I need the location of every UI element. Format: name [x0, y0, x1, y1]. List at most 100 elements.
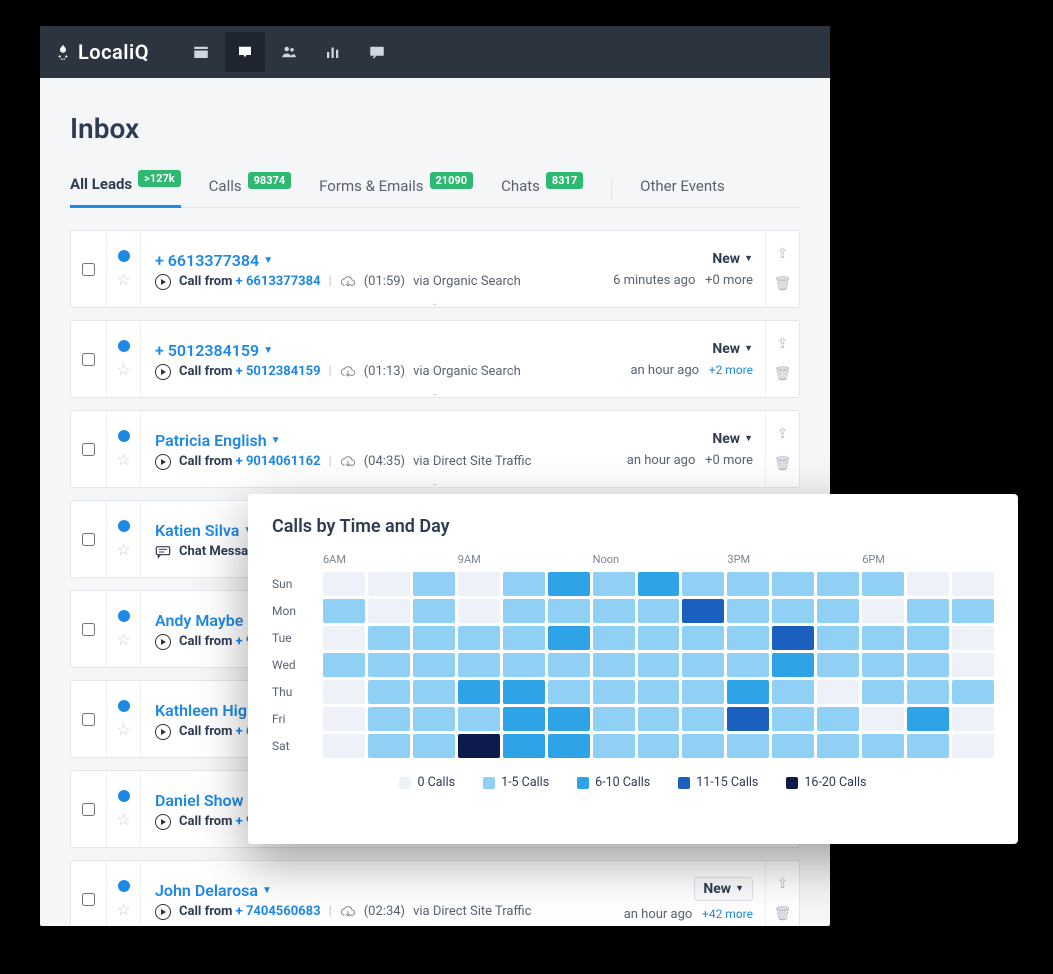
heatmap-cell[interactable]: [593, 599, 635, 623]
heatmap-cell[interactable]: [952, 707, 994, 731]
nav-store-button[interactable]: [181, 32, 221, 72]
heatmap-cell[interactable]: [548, 626, 590, 650]
star-icon[interactable]: ☆: [116, 810, 130, 829]
heatmap-cell[interactable]: [503, 707, 545, 731]
heatmap-cell[interactable]: [593, 626, 635, 650]
heatmap-cell[interactable]: [638, 626, 680, 650]
play-button[interactable]: [155, 274, 171, 290]
lead-checkbox[interactable]: [82, 803, 95, 816]
lead-phone[interactable]: + 9014061162: [236, 454, 321, 469]
heatmap-cell[interactable]: [638, 734, 680, 758]
trash-icon[interactable]: 🗑: [774, 906, 792, 922]
heatmap-cell[interactable]: [593, 572, 635, 596]
heatmap-cell[interactable]: [503, 734, 545, 758]
tab-all-leads[interactable]: All Leads>127k: [70, 167, 181, 208]
lead-title[interactable]: John Delarosa ▼: [155, 881, 571, 900]
heatmap-cell[interactable]: [548, 680, 590, 704]
play-button[interactable]: [155, 364, 171, 380]
trash-icon[interactable]: 🗑: [774, 366, 792, 382]
heatmap-cell[interactable]: [862, 734, 904, 758]
heatmap-cell[interactable]: [772, 680, 814, 704]
heatmap-cell[interactable]: [952, 653, 994, 677]
heatmap-cell[interactable]: [862, 599, 904, 623]
heatmap-cell[interactable]: [323, 653, 365, 677]
heatmap-cell[interactable]: [593, 653, 635, 677]
nav-inbox-button[interactable]: [225, 32, 265, 72]
star-icon[interactable]: ☆: [116, 630, 130, 649]
heatmap-cell[interactable]: [772, 626, 814, 650]
heatmap-cell[interactable]: [638, 572, 680, 596]
heatmap-cell[interactable]: [817, 707, 859, 731]
lead-checkbox[interactable]: [82, 713, 95, 726]
lead-phone[interactable]: + 5012384159: [236, 364, 321, 379]
heatmap-cell[interactable]: [907, 653, 949, 677]
lead-checkbox[interactable]: [82, 623, 95, 636]
heatmap-cell[interactable]: [458, 680, 500, 704]
tab-forms-emails[interactable]: Forms & Emails21090: [319, 169, 473, 207]
lead-checkbox[interactable]: [82, 353, 95, 366]
heatmap-cell[interactable]: [682, 734, 724, 758]
heatmap-cell[interactable]: [907, 707, 949, 731]
heatmap-cell[interactable]: [368, 572, 410, 596]
heatmap-cell[interactable]: [593, 680, 635, 704]
share-icon[interactable]: ⇪: [777, 246, 789, 262]
heatmap-cell[interactable]: [817, 626, 859, 650]
heatmap-cell[interactable]: [682, 599, 724, 623]
status-dropdown[interactable]: New ▼: [712, 431, 753, 447]
heatmap-cell[interactable]: [413, 572, 455, 596]
caret-down-icon[interactable]: ▼: [263, 345, 273, 356]
download-icon[interactable]: [340, 275, 356, 289]
download-icon[interactable]: [340, 365, 356, 379]
heatmap-cell[interactable]: [413, 653, 455, 677]
star-icon[interactable]: ☆: [116, 900, 130, 919]
heatmap-cell[interactable]: [638, 653, 680, 677]
heatmap-cell[interactable]: [862, 707, 904, 731]
heatmap-cell[interactable]: [323, 626, 365, 650]
share-icon[interactable]: ⇪: [777, 426, 789, 442]
heatmap-cell[interactable]: [727, 734, 769, 758]
heatmap-cell[interactable]: [368, 680, 410, 704]
status-dropdown[interactable]: New ▼: [712, 341, 753, 357]
lead-body[interactable]: + 6613377384 ▼Call from + 6613377384 | (…: [141, 231, 585, 307]
heatmap-cell[interactable]: [458, 572, 500, 596]
heatmap-cell[interactable]: [503, 653, 545, 677]
heatmap-cell[interactable]: [907, 734, 949, 758]
heatmap-cell[interactable]: [952, 599, 994, 623]
heatmap-cell[interactable]: [413, 680, 455, 704]
heatmap-cell[interactable]: [548, 707, 590, 731]
heatmap-cell[interactable]: [772, 599, 814, 623]
heatmap-cell[interactable]: [907, 626, 949, 650]
heatmap-cell[interactable]: [638, 680, 680, 704]
heatmap-cell[interactable]: [862, 653, 904, 677]
heatmap-cell[interactable]: [548, 572, 590, 596]
heatmap-cell[interactable]: [323, 734, 365, 758]
heatmap-cell[interactable]: [323, 599, 365, 623]
expand-caret-icon[interactable]: ⌄: [431, 298, 439, 309]
status-dropdown[interactable]: New ▼: [694, 877, 753, 901]
heatmap-cell[interactable]: [503, 599, 545, 623]
tab-chats[interactable]: Chats8317: [501, 169, 583, 207]
heatmap-cell[interactable]: [907, 572, 949, 596]
heatmap-cell[interactable]: [548, 599, 590, 623]
heatmap-cell[interactable]: [368, 707, 410, 731]
heatmap-cell[interactable]: [817, 599, 859, 623]
heatmap-cell[interactable]: [323, 680, 365, 704]
heatmap-cell[interactable]: [368, 734, 410, 758]
play-button[interactable]: [155, 634, 171, 650]
heatmap-cell[interactable]: [727, 653, 769, 677]
heatmap-cell[interactable]: [907, 599, 949, 623]
download-icon[interactable]: [340, 905, 356, 919]
heatmap-cell[interactable]: [458, 734, 500, 758]
more-link[interactable]: +2 more: [709, 363, 753, 377]
lead-phone[interactable]: + 7404560683: [236, 904, 321, 919]
star-icon[interactable]: ☆: [116, 270, 130, 289]
trash-icon[interactable]: 🗑: [774, 276, 792, 292]
heatmap-cell[interactable]: [503, 572, 545, 596]
heatmap-cell[interactable]: [907, 680, 949, 704]
nav-messages-button[interactable]: [357, 32, 397, 72]
heatmap-cell[interactable]: [682, 653, 724, 677]
lead-title[interactable]: + 5012384159 ▼: [155, 341, 571, 360]
caret-down-icon[interactable]: ▼: [262, 885, 272, 896]
heatmap-cell[interactable]: [727, 680, 769, 704]
lead-body[interactable]: Patricia English ▼Call from + 9014061162…: [141, 411, 585, 487]
